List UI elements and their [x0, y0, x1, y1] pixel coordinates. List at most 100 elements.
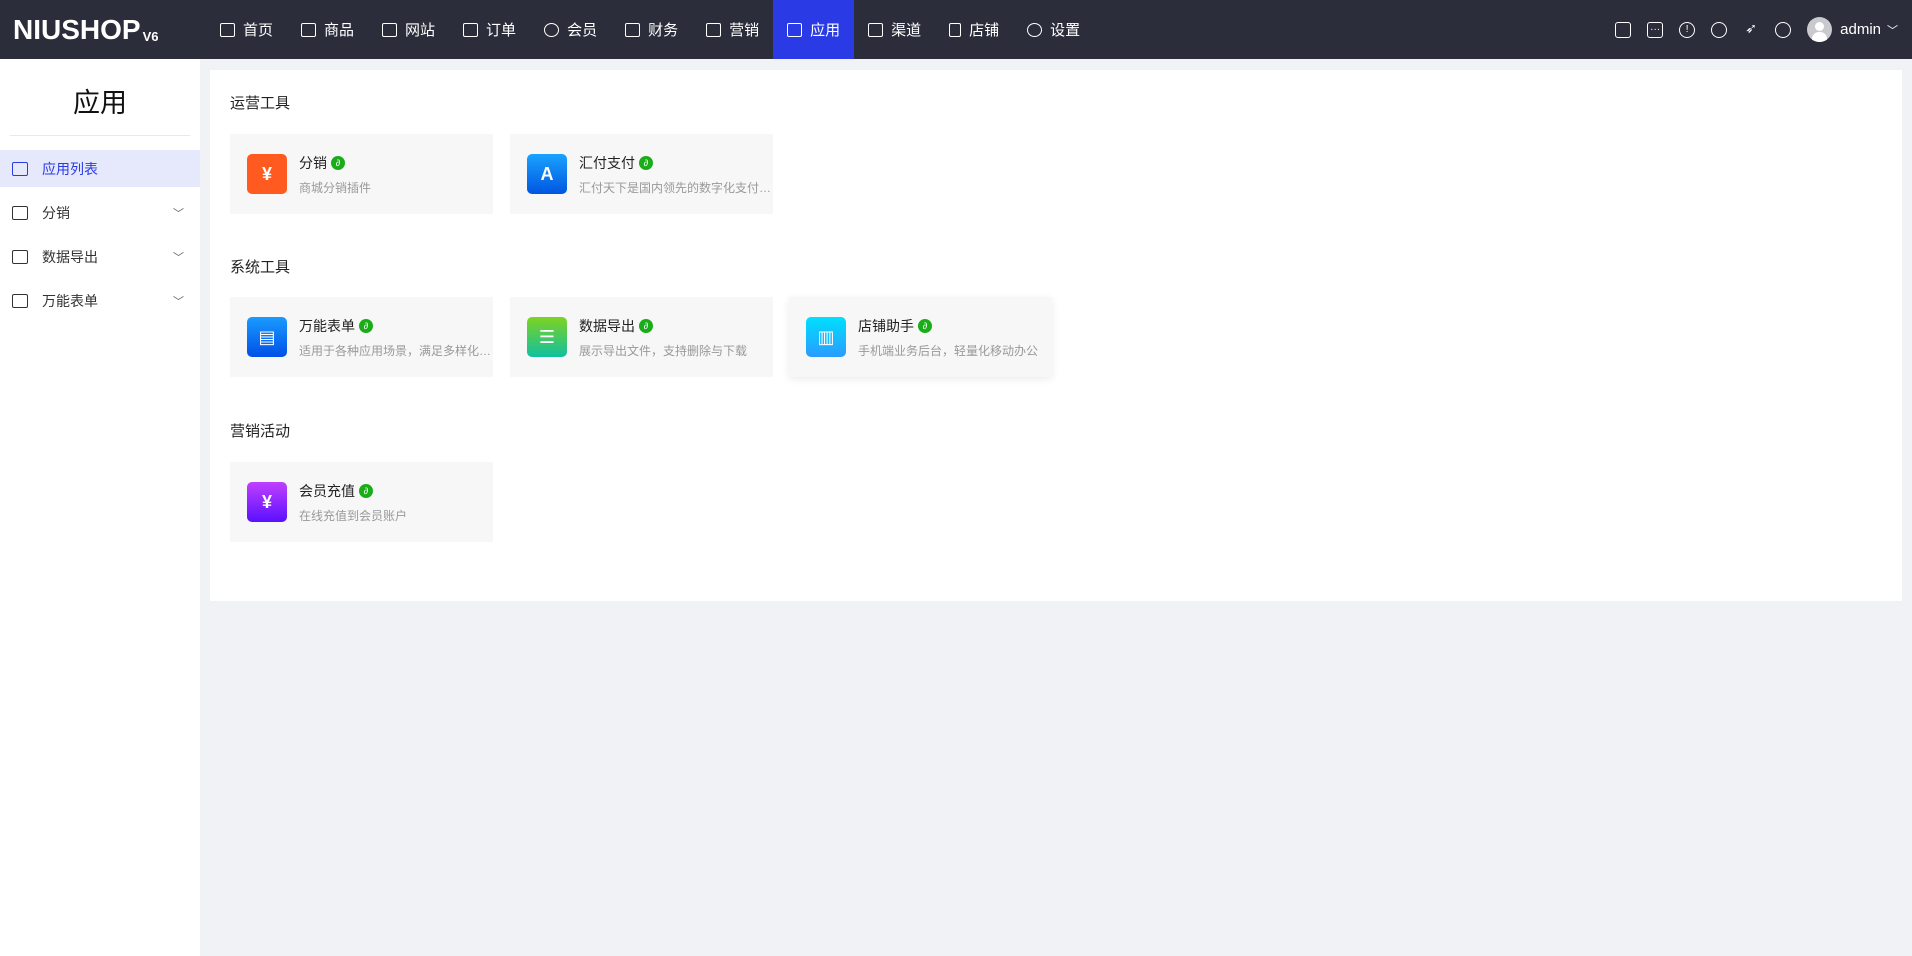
app-name: 数据导出 [579, 317, 635, 334]
app-card-form[interactable]: ▤ 万能表单 ∂ 适用于各种应用场景，满足多样化的业务需求 [230, 297, 493, 377]
member-icon [544, 22, 560, 37]
nav-label: 应用 [810, 22, 841, 39]
nav-label: 渠道 [891, 22, 922, 39]
app-card-data-export[interactable]: ☰ 数据导出 ∂ 展示导出文件，支持删除与下载 [510, 297, 773, 377]
app-desc: 展示导出文件，支持删除与下载 [579, 343, 748, 358]
top-header: NIUSHOP V6 首页 商品 网站 订单 会员 财务 营销 应用 渠道 店铺 … [0, 0, 1912, 59]
app-desc: 在线充值到会员账户 [299, 508, 408, 523]
nav-website[interactable]: 网站 [368, 0, 449, 59]
app-list-panel: 运营工具 ¥ 分销 ∂ 商城分销插件 A 汇付支付 ∂ 汇付天下是国内领先的数字化支付服… [210, 70, 1902, 601]
hierarchy-icon [12, 205, 28, 220]
username: admin [1840, 21, 1881, 38]
distribution-app-icon: ¥ [247, 154, 287, 194]
nav-label: 首页 [243, 22, 274, 39]
goods-icon [301, 22, 317, 37]
huifu-app-icon: A [527, 154, 567, 194]
nav-member[interactable]: 会员 [530, 0, 611, 59]
nav-store[interactable]: 店铺 [935, 0, 1013, 59]
nav-label: 设置 [1050, 22, 1081, 39]
form-app-icon: ▤ [247, 317, 287, 357]
nav-home[interactable]: 首页 [206, 0, 287, 59]
section-title: 系统工具 [230, 259, 291, 276]
marketing-icon [706, 22, 722, 37]
monitor-icon [220, 22, 235, 37]
chevron-down-icon: ﹀ [173, 207, 184, 220]
logo[interactable]: NIUSHOP V6 [0, 14, 200, 46]
nav-app[interactable]: 应用 [773, 0, 855, 59]
website-icon [382, 22, 398, 37]
store-app-icon: ▥ [806, 317, 846, 357]
sidebar-item-label: 数据导出 [42, 248, 98, 265]
nav-label: 会员 [567, 22, 598, 39]
app-card-member-recharge[interactable]: ¥ 会员充值 ∂ 在线充值到会员账户 [230, 462, 493, 542]
sidebar-item-label: 分销 [42, 204, 70, 221]
top-nav: 首页 商品 网站 订单 会员 财务 营销 应用 渠道 店铺 设置 [206, 0, 1094, 59]
sidebar-item-form[interactable]: 万能表单 ﹀ [0, 282, 200, 319]
channel-icon [868, 22, 884, 37]
app-card-distribution[interactable]: ¥ 分销 ∂ 商城分销插件 [230, 134, 493, 214]
app-name: 汇付支付 [579, 154, 635, 171]
finance-icon [625, 22, 641, 37]
sidebar-item-distribution[interactable]: 分销 ﹀ [0, 194, 200, 231]
mini-program-icon: ∂ [359, 483, 373, 498]
gear-icon[interactable] [1775, 21, 1792, 38]
mini-program-icon: ∂ [639, 155, 653, 170]
nav-settings[interactable]: 设置 [1013, 0, 1094, 59]
app-card-huifu-pay[interactable]: A 汇付支付 ∂ 汇付天下是国内领先的数字化支付服务商 [510, 134, 773, 214]
sidebar: 应用 应用列表 分销 ﹀ 数据导出 ﹀ 万能表单 ﹀ [0, 59, 200, 956]
user-menu[interactable]: admin ﹀ [1840, 21, 1898, 38]
info-icon[interactable]: ! [1679, 21, 1696, 38]
logo-text: NIUSHOP [13, 13, 141, 45]
logo-version: V6 [142, 28, 159, 44]
mini-program-icon: ∂ [639, 318, 653, 333]
gear-icon [1027, 22, 1043, 37]
nav-channel[interactable]: 渠道 [854, 0, 935, 59]
sidebar-item-app-list[interactable]: 应用列表 [0, 150, 200, 187]
sidebar-item-data-export[interactable]: 数据导出 ﹀ [0, 238, 200, 275]
app-desc: 适用于各种应用场景，满足多样化的业务需求 [299, 343, 493, 358]
nav-label: 营销 [729, 22, 760, 39]
rocket-icon[interactable]: ➶ [1743, 21, 1759, 38]
app-desc: 商城分销插件 [299, 180, 372, 195]
chevron-down-icon: ﹀ [173, 295, 184, 308]
shop-preview-icon[interactable] [1615, 21, 1632, 38]
sidebar-title: 应用 [73, 88, 127, 118]
app-desc: 汇付天下是国内领先的数字化支付服务商 [579, 180, 773, 195]
app-name: 店铺助手 [858, 317, 914, 334]
sidebar-item-label: 应用列表 [42, 160, 98, 177]
app-name: 万能表单 [299, 317, 355, 334]
nav-label: 订单 [486, 22, 517, 39]
store-icon [949, 22, 962, 37]
chart-icon [12, 249, 28, 264]
nav-label: 店铺 [969, 22, 1000, 39]
app-grid-icon [12, 161, 28, 176]
section-title: 运营工具 [230, 95, 291, 112]
nav-finance[interactable]: 财务 [611, 0, 692, 59]
section-title: 营销活动 [230, 423, 291, 440]
mini-program-icon: ∂ [331, 155, 345, 170]
chevron-down-icon: ﹀ [1887, 24, 1898, 37]
nav-marketing[interactable]: 营销 [692, 0, 773, 59]
refresh-icon[interactable] [1711, 21, 1728, 38]
nav-order[interactable]: 订单 [449, 0, 530, 59]
nav-label: 商品 [324, 22, 355, 39]
divider [10, 135, 190, 136]
order-icon [463, 22, 479, 37]
nav-label: 网站 [405, 22, 436, 39]
sidebar-item-label: 万能表单 [42, 292, 98, 309]
database-app-icon: ☰ [527, 317, 567, 357]
header-tools: ··· ! ➶ admin ﹀ [1615, 0, 1898, 59]
app-name: 分销 [299, 154, 327, 171]
avatar[interactable] [1807, 17, 1833, 42]
nav-label: 财务 [648, 22, 679, 39]
mini-program-icon: ∂ [359, 318, 373, 333]
message-icon[interactable]: ··· [1647, 21, 1664, 38]
app-card-store-assistant[interactable]: ▥ 店铺助手 ∂ 手机端业务后台，轻量化移动办公 [789, 297, 1052, 377]
form-icon [12, 293, 28, 308]
app-desc: 手机端业务后台，轻量化移动办公 [858, 343, 1039, 358]
nav-goods[interactable]: 商品 [287, 0, 368, 59]
app-icon [787, 22, 803, 37]
chevron-down-icon: ﹀ [173, 251, 184, 264]
app-name: 会员充值 [299, 482, 355, 499]
recharge-app-icon: ¥ [247, 482, 287, 522]
